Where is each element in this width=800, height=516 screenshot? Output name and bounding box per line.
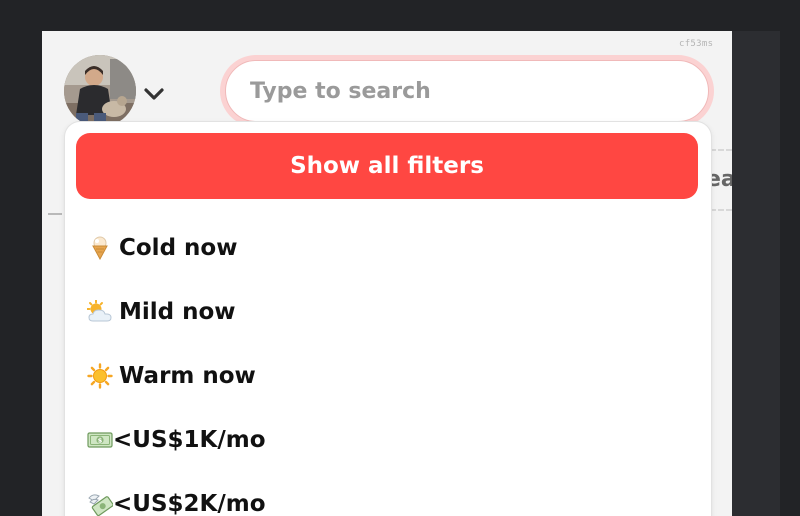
chevron-down-icon[interactable] — [143, 87, 165, 101]
timing-label: cf53ms — [679, 39, 714, 49]
search-focus-ring — [220, 55, 714, 127]
avatar-photo-icon — [64, 55, 136, 127]
filter-item-label: Warm now — [119, 363, 256, 389]
app-panel: cf53ms ea — [42, 31, 732, 516]
side-strip — [732, 31, 780, 516]
dollar-banknote-icon: $ — [87, 427, 113, 453]
filter-item-cold-now[interactable]: Cold now — [87, 228, 237, 268]
user-avatar[interactable] — [64, 55, 136, 127]
filter-item-mild-now[interactable]: Mild now — [87, 292, 236, 332]
show-all-filters-button[interactable]: Show all filters — [76, 133, 698, 199]
background-divider — [48, 213, 62, 215]
sun-icon — [87, 363, 113, 389]
sun-behind-cloud-icon — [87, 299, 113, 325]
screenshot-stage: cf53ms ea — [0, 0, 800, 516]
search-input[interactable] — [225, 60, 709, 122]
filter-item-label: Cold now — [119, 235, 238, 261]
ice-cream-icon — [87, 235, 113, 261]
money-with-wings-icon — [87, 491, 113, 516]
svg-text:$: $ — [98, 437, 103, 445]
filter-item-label: <US$1K/mo — [113, 427, 266, 453]
filter-item-warm-now[interactable]: Warm now — [87, 356, 256, 396]
filter-dropdown: Show all filters Cold now Mild now Warm … — [64, 121, 712, 516]
filter-item-label: Mild now — [119, 299, 236, 325]
filter-item-under-1k[interactable]: $ <US$1K/mo — [87, 420, 266, 460]
filter-item-label: <US$2K/mo — [113, 491, 266, 516]
filter-item-under-2k[interactable]: <US$2K/mo — [87, 484, 266, 516]
